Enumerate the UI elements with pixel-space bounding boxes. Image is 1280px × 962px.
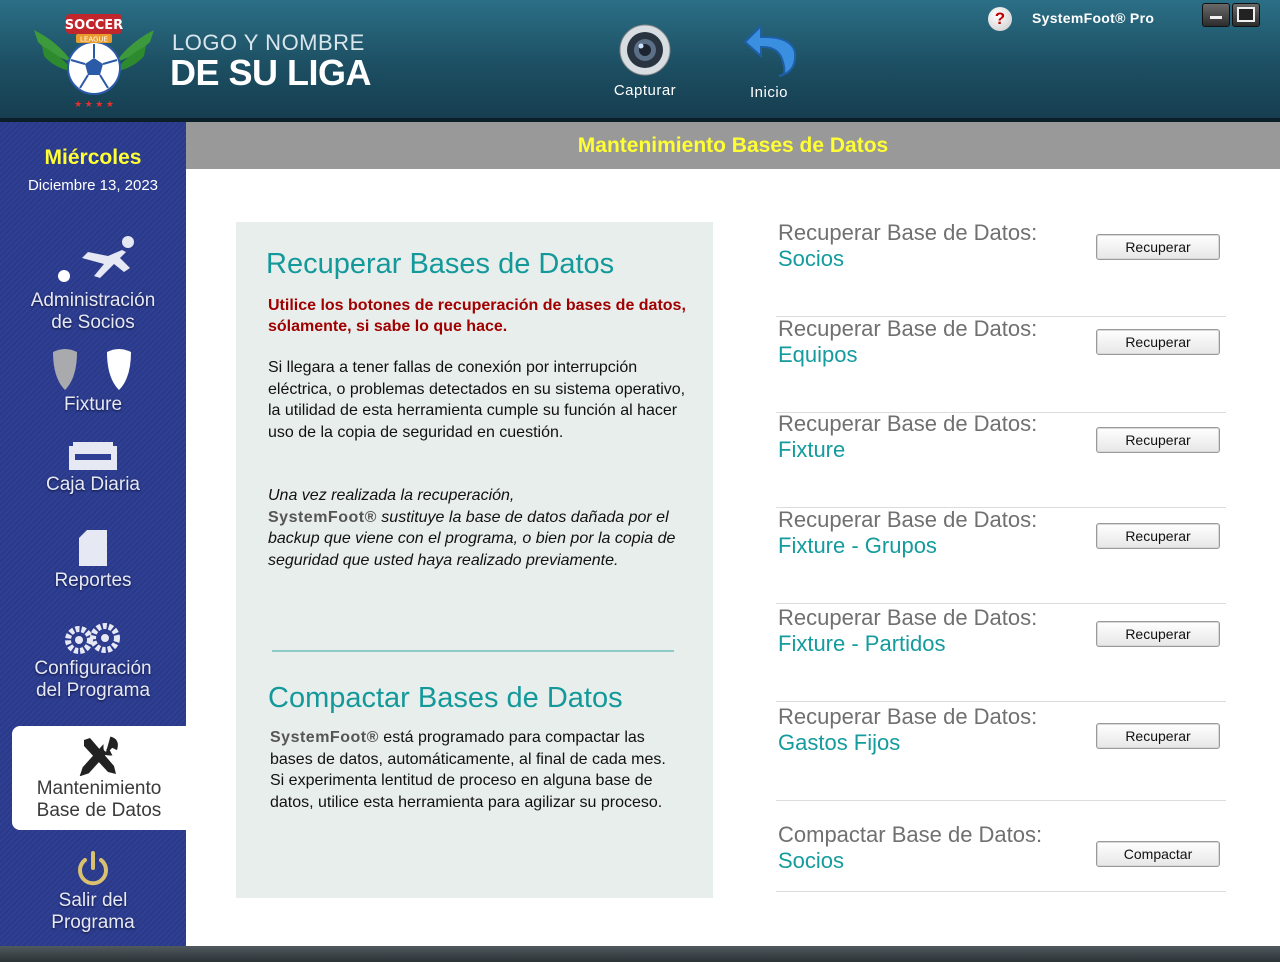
db-row-label: Recuperar Base de Datos:	[778, 316, 1038, 341]
sidebar-item-label: Configuración	[34, 658, 152, 679]
cash-drawer-icon	[69, 442, 117, 470]
brand-inline: SystemFoot®	[270, 729, 379, 746]
sidebar-item-fixture[interactable]: Fixture	[0, 346, 186, 416]
db-row-socios: Recuperar Base de Datos: Socios Recupera…	[776, 220, 1226, 317]
sidebar-item-salir[interactable]: Salir del Programa	[0, 850, 186, 934]
document-icon	[79, 530, 107, 566]
paragraph-recovery: Una vez realizada la recuperación, System…	[268, 485, 688, 571]
paragraph-compact: SystemFoot® está programado para compact…	[270, 727, 690, 813]
paragraph-slow: Si experimenta lentitud de proceso en al…	[270, 772, 663, 811]
db-row-name: Socios	[778, 848, 845, 873]
db-row-fixture-grupos: Recuperar Base de Datos: Fixture - Grupo…	[776, 507, 1226, 604]
db-row-name: Fixture - Partidos	[778, 631, 946, 656]
recover-fixture-button[interactable]: Recuperar	[1096, 427, 1220, 453]
sidebar-item-label: Programa	[51, 912, 135, 933]
sidebar-item-label: Mantenimiento	[36, 778, 162, 799]
compact-heading: Compactar Bases de Datos	[268, 682, 623, 714]
recover-fixture-partidos-button[interactable]: Recuperar	[1096, 621, 1220, 647]
current-date: Diciembre 13, 2023	[27, 177, 159, 194]
home-label: Inicio	[749, 84, 789, 101]
paragraph-failures: Si llegara a tener fallas de conexión po…	[268, 359, 686, 441]
sidebar-item-label: Administración	[30, 290, 156, 311]
help-icon[interactable]: ?	[988, 7, 1012, 31]
home-button[interactable]: Inicio	[730, 22, 808, 101]
minimize-button[interactable]	[1202, 3, 1230, 27]
recover-fixture-grupos-button[interactable]: Recuperar	[1096, 523, 1220, 549]
recover-gastos-fijos-button[interactable]: Recuperar	[1096, 723, 1220, 749]
db-row-name: Gastos Fijos	[778, 730, 901, 755]
sidebar-item-label: del Programa	[35, 680, 151, 701]
power-icon	[78, 851, 108, 886]
shields-icon	[53, 349, 131, 390]
page-title: Mantenimiento Bases de Datos	[186, 122, 1280, 169]
info-panel: Recuperar Bases de Datos Utilice los bot…	[236, 222, 713, 898]
current-day: Miércoles	[44, 146, 142, 169]
db-row-name: Fixture - Grupos	[778, 533, 937, 558]
soccer-player-icon	[58, 236, 134, 282]
db-row-name: Socios	[778, 246, 845, 271]
sidebar: Miércoles Diciembre 13, 2023 Administrac…	[0, 122, 186, 946]
logo-badge-sub: LEAGUE	[80, 36, 108, 44]
sidebar-item-label: Reportes	[54, 570, 132, 591]
db-row-compact-socios: Compactar Base de Datos: Socios Compacta…	[776, 822, 1226, 892]
gears-icon	[65, 623, 120, 654]
league-logo-icon: SOCCER LEAGUE ★ ★ ★ ★	[34, 14, 154, 109]
sidebar-item-caja-diaria[interactable]: Caja Diaria	[0, 440, 186, 496]
brand-name: SystemFoot® Pro	[1032, 10, 1155, 26]
db-row-fixture-partidos: Recuperar Base de Datos: Fixture - Parti…	[776, 605, 1226, 702]
db-row-equipos: Recuperar Base de Datos: Equipos Recuper…	[776, 316, 1226, 413]
sidebar-item-label: Fixture	[63, 394, 123, 415]
recover-equipos-button[interactable]: Recuperar	[1096, 329, 1220, 355]
db-row-label: Recuperar Base de Datos:	[778, 605, 1038, 630]
recover-socios-button[interactable]: Recuperar	[1096, 234, 1220, 260]
db-row-fixture: Recuperar Base de Datos: Fixture Recuper…	[776, 411, 1226, 508]
db-row-name: Equipos	[778, 342, 858, 367]
logo-text-line2: DE SU LIGA	[170, 52, 372, 93]
db-row-label: Recuperar Base de Datos:	[778, 704, 1038, 729]
sidebar-item-label: Caja Diaria	[46, 474, 140, 495]
db-row-name: Fixture	[778, 437, 846, 462]
db-row-label: Recuperar Base de Datos:	[778, 507, 1038, 532]
sidebar-item-reportes[interactable]: Reportes	[0, 530, 186, 592]
maximize-button[interactable]	[1232, 3, 1260, 27]
sidebar-item-label: Salir del	[58, 890, 128, 911]
paragraph-recovery-intro: Una vez realizada la recuperación,	[268, 487, 515, 504]
recover-heading: Recuperar Bases de Datos	[266, 248, 615, 280]
sidebar-item-mantenimiento[interactable]: Mantenimiento Base de Datos	[12, 726, 186, 830]
section-divider	[272, 650, 674, 652]
capture-label: Capturar	[613, 82, 677, 99]
db-row-label: Recuperar Base de Datos:	[778, 411, 1038, 436]
bottom-bar	[0, 946, 1280, 962]
sidebar-item-label: Base de Datos	[36, 800, 162, 821]
db-row-gastos-fijos: Recuperar Base de Datos: Gastos Fijos Re…	[776, 704, 1226, 801]
app-header: SOCCER LEAGUE ★ ★ ★ ★ LOGO Y NOMBRE DE S…	[0, 0, 1280, 118]
sidebar-item-configuracion[interactable]: Configuración del Programa	[0, 622, 186, 702]
svg-text:★ ★ ★ ★: ★ ★ ★ ★	[74, 99, 114, 109]
tools-icon	[79, 736, 118, 776]
capture-button[interactable]: Capturar	[604, 24, 686, 99]
back-arrow-icon	[743, 23, 797, 77]
sidebar-item-socios[interactable]: Administración de Socios	[0, 232, 186, 334]
sidebar-item-label: de Socios	[51, 312, 135, 333]
camera-icon	[619, 24, 671, 76]
brand-inline: SystemFoot®	[268, 508, 377, 526]
db-row-label: Recuperar Base de Datos:	[778, 220, 1038, 245]
db-row-label: Compactar Base de Datos:	[778, 822, 1043, 847]
logo-badge-top: SOCCER	[65, 18, 123, 33]
compact-socios-button[interactable]: Compactar	[1096, 841, 1220, 867]
warning-text: Utilice los botones de recuperación de b…	[268, 297, 686, 335]
